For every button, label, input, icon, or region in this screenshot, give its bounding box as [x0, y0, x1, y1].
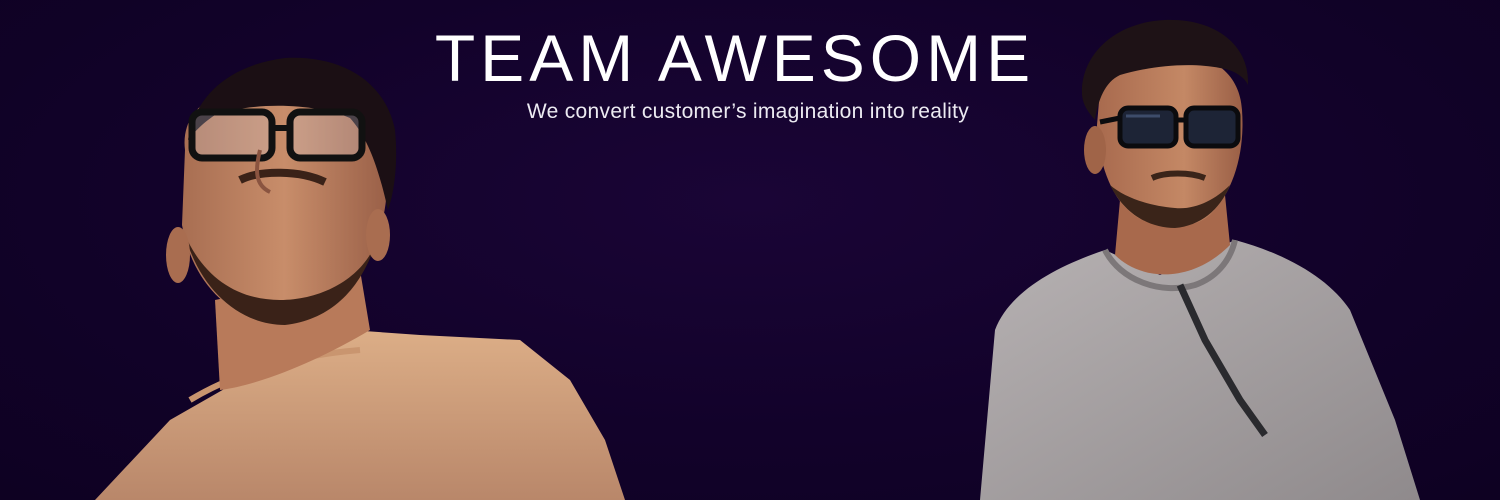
banner-title: TEAM AWESOME: [434, 21, 1036, 95]
team-banner: TEAM AWESOME We convert customer’s imagi…: [0, 0, 1500, 500]
banner-subtitle: We convert customer’s imagination into r…: [526, 100, 970, 123]
